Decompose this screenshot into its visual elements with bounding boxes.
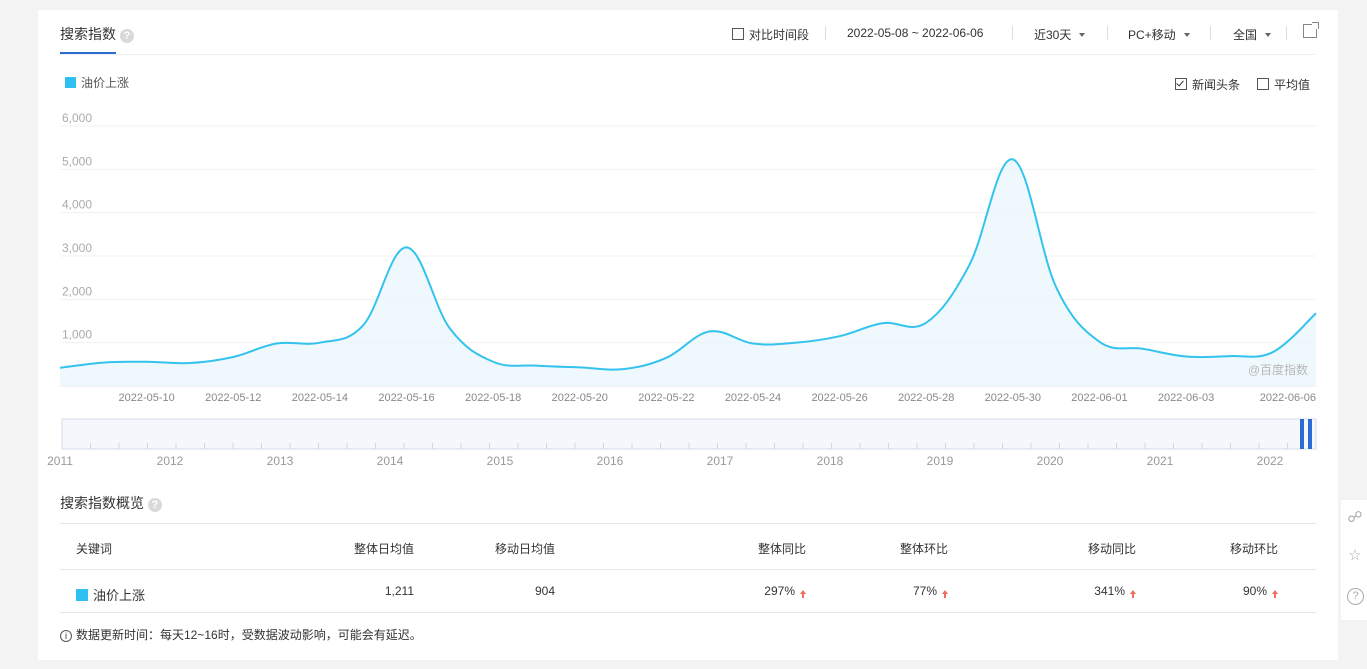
arrow-up-icon — [1130, 590, 1136, 598]
overall-mom-cell: 77% — [913, 584, 948, 598]
brush-handle-right[interactable] — [1308, 419, 1312, 449]
y-axis: 6,000 5,000 4,000 3,000 2,000 1,000 — [62, 111, 92, 342]
x-tick-label: 2022-05-14 — [292, 392, 348, 404]
brush-year-label: 2020 — [1037, 454, 1064, 468]
update-note: i 数据更新时间：每天12~16时，受数据波动影响，可能会有延迟。 — [60, 626, 422, 643]
brush-year-label: 2013 — [267, 454, 294, 468]
mobile-yoy-cell: 341% — [1094, 584, 1136, 598]
col-overall-yoy: 整体同比 — [757, 542, 806, 556]
overall-yoy-cell: 297% — [764, 584, 806, 598]
col-mobile-mom: 移动环比 — [1229, 542, 1278, 556]
brush-year-label: 2017 — [707, 454, 734, 468]
star-icon[interactable]: ☆ — [1347, 548, 1363, 564]
overview-title-text: 搜索指数概览 — [60, 495, 144, 511]
col-mobile-yoy: 移动同比 — [1087, 542, 1136, 556]
brush-handle-left[interactable] — [1300, 419, 1304, 449]
x-tick-label: 2022-06-01 — [1071, 392, 1127, 404]
x-tick-label: 2022-05-10 — [118, 392, 174, 404]
col-keyword: 关键词 — [76, 542, 113, 556]
arrow-up-icon — [942, 590, 948, 598]
x-tick-label: 2022-05-12 — [205, 392, 261, 404]
x-tick-label: 2022-06-03 — [1158, 392, 1214, 404]
y-tick-label: 3,000 — [62, 241, 92, 255]
mobile-mom-value: 90% — [1242, 584, 1267, 598]
side-toolbar: ☍ ☆ ? — [1341, 500, 1367, 620]
y-tick-label: 5,000 — [62, 154, 92, 168]
watermark: @百度指数 — [1248, 362, 1308, 377]
y-tick-label: 2,000 — [62, 284, 92, 298]
brush-year-label: 2019 — [927, 454, 954, 468]
x-tick-label: 2022-05-26 — [811, 392, 867, 404]
arrow-up-icon — [1272, 590, 1278, 598]
mobile-avg-value: 904 — [534, 584, 555, 598]
table-header-row: 关键词 整体日均值 移动日均值 整体同比 整体环比 移动同比 移动环比 — [60, 523, 1316, 570]
y-tick-label: 6,000 — [62, 111, 92, 125]
index-panel: 搜索指数 ? 对比时间段 2022-05-08 ~ 2022-06-06 近30… — [38, 10, 1338, 660]
trend-chart[interactable]: 6,000 5,000 4,000 3,000 2,000 1,000 2022-05-1… — [38, 10, 1338, 480]
y-tick-label: 1,000 — [62, 328, 92, 342]
brush-year-label: 2015 — [487, 454, 514, 468]
brush-year-label: 2022 — [1257, 454, 1284, 468]
update-note-text: 数据更新时间：每天12~16时，受数据波动影响，可能会有延迟。 — [76, 628, 422, 642]
brush-year-label: 2011 — [47, 454, 73, 468]
mobile-mom-cell: 90% — [1243, 584, 1278, 598]
x-tick-label: 2022-05-16 — [378, 392, 434, 404]
brush-year-label: 2016 — [597, 454, 624, 468]
overview-title: 搜索指数概览 ? — [60, 493, 162, 513]
legend-swatch — [76, 589, 88, 601]
x-axis: 2022-05-10 2022-05-12 2022-05-14 2022-05-16… — [118, 392, 1316, 404]
row-keyword[interactable]: 油价上涨 — [76, 585, 145, 604]
help-icon[interactable]: ? — [147, 498, 162, 512]
brush-year-labels: 2011 2012 2013 2014 2015 2016 2017 2018 2019 2020… — [47, 454, 1284, 468]
table-row: 油价上涨 1,211 904 297% 77% 341% 90% — [60, 569, 1316, 613]
x-tick-label: 2022-05-28 — [898, 392, 954, 404]
overall-yoy-value: 297% — [764, 584, 795, 598]
keyword-text: 油价上涨 — [93, 588, 146, 603]
brush-year-label: 2014 — [377, 454, 404, 468]
x-tick-label: 2022-05-30 — [985, 392, 1041, 404]
x-tick-label: 2022-05-20 — [552, 392, 608, 404]
x-tick-label: 2022-05-18 — [465, 392, 521, 404]
mobile-yoy-value: 341% — [1094, 584, 1125, 598]
x-tick-label: 2022-06-06 — [1260, 392, 1316, 404]
col-overall-avg: 整体日均值 — [353, 542, 414, 556]
col-overall-mom: 整体环比 — [899, 542, 948, 556]
info-icon: i — [60, 630, 72, 642]
col-mobile-avg: 移动日均值 — [494, 542, 555, 556]
series-line[interactable] — [59, 158, 1317, 371]
brush-year-label: 2021 — [1147, 454, 1174, 468]
overall-avg-value: 1,211 — [384, 584, 414, 598]
share-icon[interactable]: ☍ — [1347, 510, 1363, 526]
brush-year-label: 2012 — [157, 454, 184, 468]
arrow-up-icon — [800, 590, 806, 598]
overall-mom-value: 77% — [912, 584, 937, 598]
x-tick-label: 2022-05-22 — [638, 392, 694, 404]
help-icon[interactable]: ? — [1347, 588, 1364, 605]
x-tick-label: 2022-05-24 — [725, 392, 781, 404]
brush-year-label: 2018 — [817, 454, 844, 468]
y-tick-label: 4,000 — [62, 198, 92, 212]
